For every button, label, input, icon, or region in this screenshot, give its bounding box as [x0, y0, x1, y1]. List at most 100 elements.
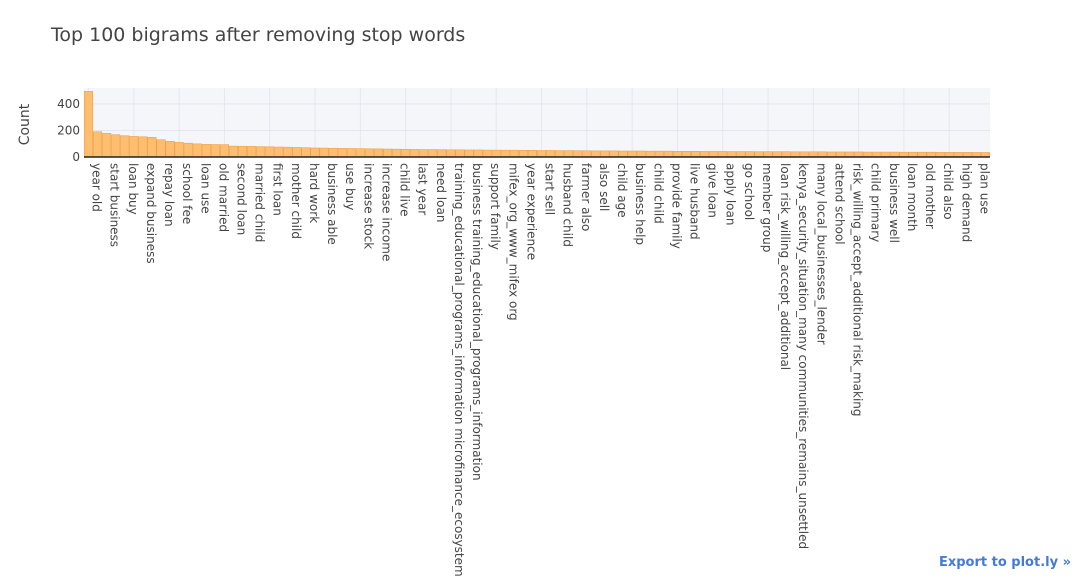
bar[interactable] [691, 150, 701, 158]
bar[interactable] [292, 147, 302, 158]
bar[interactable] [274, 146, 284, 158]
bar[interactable] [482, 149, 492, 158]
x-tick-label: year experience [524, 163, 538, 260]
export-to-plotly-link[interactable]: Export to plot.ly » [939, 555, 1071, 570]
bar[interactable] [346, 148, 356, 158]
x-tick-label: child child [651, 163, 665, 224]
bar[interactable] [600, 150, 610, 158]
bar[interactable] [745, 151, 755, 158]
bar[interactable] [328, 147, 338, 158]
bar[interactable] [555, 150, 565, 158]
bar[interactable] [799, 151, 809, 158]
y-axis-ticks: 0 200 400 [57, 97, 80, 164]
bar[interactable] [636, 150, 646, 158]
bar[interactable] [156, 139, 166, 158]
bar[interactable] [93, 131, 103, 158]
bar[interactable] [174, 142, 184, 158]
bar[interactable] [401, 149, 411, 158]
bar[interactable] [392, 148, 402, 158]
bar[interactable] [790, 151, 800, 158]
bar[interactable] [201, 143, 211, 158]
bar[interactable] [219, 144, 229, 158]
bar[interactable] [663, 150, 673, 158]
bar[interactable] [627, 150, 637, 158]
x-tick-label: plan use [977, 163, 991, 214]
bar[interactable] [265, 146, 275, 158]
bar[interactable] [546, 150, 556, 158]
x-tick-label: start business [108, 163, 122, 247]
bar[interactable] [419, 149, 429, 158]
bar[interactable] [473, 149, 483, 158]
bar[interactable] [428, 149, 438, 158]
bar[interactable] [772, 151, 782, 158]
bar[interactable] [645, 150, 655, 158]
x-tick-label: provide family [669, 163, 683, 249]
x-tick-label: live husband [687, 163, 701, 240]
bar[interactable] [437, 149, 447, 158]
bar[interactable] [120, 135, 130, 158]
bar[interactable] [319, 147, 329, 158]
bar[interactable] [228, 145, 239, 158]
bar[interactable] [192, 143, 202, 158]
bar[interactable] [835, 151, 846, 158]
bar[interactable] [754, 151, 764, 158]
x-tick-label: business well [887, 163, 901, 243]
x-tick-label: training_educational_programs_informatio… [452, 163, 466, 577]
bar[interactable] [247, 146, 257, 158]
bar[interactable] [618, 150, 628, 158]
bar[interactable] [500, 149, 510, 158]
bar[interactable] [817, 151, 827, 158]
bar[interactable] [509, 149, 519, 158]
bar[interactable] [183, 142, 193, 158]
bar[interactable] [781, 151, 791, 158]
bar[interactable] [147, 137, 157, 158]
bar[interactable] [256, 146, 266, 158]
bar[interactable] [826, 151, 836, 158]
bar[interactable] [845, 151, 855, 158]
x-tick-label: business able [325, 163, 339, 245]
x-tick-label: repay loan [162, 163, 176, 227]
bar[interactable] [591, 150, 601, 158]
bar[interactable] [654, 150, 664, 158]
bar[interactable] [111, 134, 121, 158]
x-tick-label: husband child [561, 163, 575, 247]
x-tick-label: first loan [271, 163, 285, 216]
bar[interactable] [355, 148, 365, 158]
bar[interactable] [138, 136, 148, 158]
bar[interactable] [681, 150, 692, 158]
bar[interactable] [84, 91, 94, 158]
bar[interactable] [491, 149, 501, 158]
bar[interactable] [373, 148, 383, 158]
bar[interactable] [382, 148, 393, 158]
bar[interactable] [301, 147, 311, 158]
bar[interactable] [364, 148, 374, 158]
bar[interactable] [210, 144, 220, 158]
bar[interactable] [518, 150, 528, 158]
bar[interactable] [709, 151, 719, 158]
bar[interactable] [573, 150, 583, 158]
bar[interactable] [464, 149, 474, 158]
bar[interactable] [536, 150, 547, 158]
bar[interactable] [564, 150, 574, 158]
bar[interactable] [165, 141, 175, 158]
bar[interactable] [310, 147, 320, 158]
bar[interactable] [455, 149, 465, 158]
bar[interactable] [736, 151, 746, 158]
bar[interactable] [700, 151, 710, 158]
bar[interactable] [854, 151, 864, 158]
bar[interactable] [808, 151, 818, 158]
bar[interactable] [102, 133, 112, 158]
bar[interactable] [446, 149, 456, 158]
bar[interactable] [582, 150, 592, 158]
bar[interactable] [672, 150, 682, 158]
bar[interactable] [129, 136, 139, 158]
bar[interactable] [410, 149, 420, 158]
bar[interactable] [238, 145, 248, 158]
bar[interactable] [527, 150, 537, 158]
bar[interactable] [763, 151, 773, 158]
bar[interactable] [609, 150, 619, 158]
bar[interactable] [337, 148, 347, 158]
bar[interactable] [718, 151, 728, 158]
bar[interactable] [727, 151, 737, 158]
bar[interactable] [283, 146, 293, 158]
